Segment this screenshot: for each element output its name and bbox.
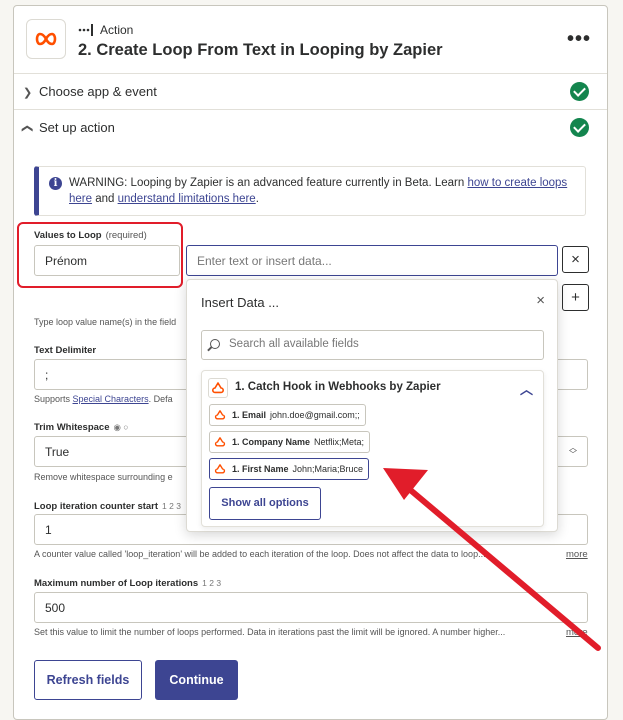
chevron-up-icon: ❯ [21, 123, 34, 134]
max-iterations-label-text: Maximum number of Loop iterations [34, 578, 199, 589]
more-options-button[interactable]: ••• [567, 28, 591, 51]
step-header: Action 2. Create Loop From Text in Loopi… [14, 6, 607, 74]
select-arrows-icon: ︿ ﹀ [569, 443, 577, 459]
continue-button[interactable]: Continue [155, 660, 238, 700]
section-choose-app[interactable]: ❯ Choose app & event [14, 74, 607, 110]
section-set-up[interactable]: ❯ Set up action [14, 110, 607, 146]
warning-text-prefix: WARNING: Looping by Zapier is an advance… [69, 177, 468, 189]
annotation-highlight-box [17, 222, 183, 288]
chevron-right-icon: ❯ [23, 87, 33, 99]
text-delimiter-help: Supports Special Characters. Defa [34, 394, 173, 404]
insert-data-search-input[interactable]: Search all available fields [201, 330, 544, 360]
close-icon[interactable]: × [536, 292, 545, 309]
max-iterations-label: Maximum number of Loop iterations 1 2 3 [34, 578, 221, 589]
counter-start-label-text: Loop iteration counter start [34, 501, 159, 512]
trim-whitespace-label-text: Trim Whitespace [34, 422, 110, 433]
warning-text-suffix: . [255, 193, 259, 205]
field-value: John;Maria;Bruce [292, 464, 364, 474]
text-delimiter-help-suffix: . Defa [148, 394, 173, 404]
number-type-icon: 1 2 3 [202, 578, 222, 588]
values-to-loop-help: Type loop value name(s) in the field [34, 317, 177, 327]
check-circle-icon [570, 82, 589, 101]
max-iterations-input[interactable]: 500 [34, 592, 588, 623]
refresh-fields-button[interactable]: Refresh fields [34, 660, 142, 700]
search-icon [210, 339, 220, 349]
max-iterations-help: Set this value to limit the number of lo… [34, 627, 506, 637]
counter-start-more-link[interactable]: more [566, 549, 588, 560]
field-name: 1. First Name [232, 464, 289, 474]
step-panel: Action 2. Create Loop From Text in Loopi… [13, 5, 608, 720]
warning-text-middle: and [92, 193, 118, 205]
show-all-options-button[interactable]: Show all options [209, 487, 321, 520]
counter-start-label: Loop iteration counter start 1 2 3 [34, 501, 181, 512]
link-limitations[interactable]: understand limitations here [118, 193, 256, 205]
search-placeholder: Search all available fields [229, 338, 359, 350]
max-iterations-more-link[interactable]: more [566, 627, 588, 638]
insert-data-title: Insert Data ... [201, 295, 280, 310]
step-type: Action [78, 23, 133, 37]
text-delimiter-label: Text Delimiter [34, 345, 97, 356]
field-pill-first-name[interactable]: 1. First Name John;Maria;Bruce [209, 458, 370, 480]
webhooks-icon [213, 462, 227, 476]
check-circle-icon [570, 118, 589, 137]
trim-whitespace-value: True [45, 445, 70, 459]
step-title: 2. Create Loop From Text in Looping by Z… [78, 41, 443, 59]
special-characters-link[interactable]: Special Characters [73, 394, 149, 404]
section-set-up-label: Set up action [39, 120, 115, 135]
source-step-card: 1. Catch Hook in Webhooks by Zapier ︿ 1.… [201, 370, 544, 527]
field-pill-company-name[interactable]: 1. Company Name Netflix;Meta; [209, 431, 371, 453]
number-type-icon: 1 2 3 [162, 501, 181, 511]
field-value: Netflix;Meta; [314, 437, 365, 447]
step-type-label: Action [100, 23, 134, 37]
webhooks-icon [213, 435, 227, 449]
webhooks-icon [208, 378, 228, 398]
counter-start-help: A counter value called 'loop_iteration' … [34, 549, 486, 559]
remove-row-button[interactable]: × [562, 246, 589, 273]
info-icon: i [49, 177, 62, 190]
text-delimiter-help-prefix: Supports [34, 394, 73, 404]
looping-app-icon [26, 19, 66, 59]
field-value: john.doe@gmail.com;; [270, 410, 360, 420]
boolean-indicator-icon: ◉ ○ [113, 422, 129, 432]
loop-value-input[interactable]: Enter text or insert data... [186, 245, 558, 276]
trim-whitespace-label: Trim Whitespace ◉ ○ [34, 422, 128, 433]
webhooks-icon [213, 408, 227, 422]
beta-warning-banner: i WARNING: Looping by Zapier is an advan… [34, 166, 586, 216]
trim-whitespace-help: Remove whitespace surrounding e [34, 472, 173, 482]
chevron-up-icon[interactable]: ︿ [520, 379, 533, 398]
field-pill-email[interactable]: 1. Email john.doe@gmail.com;; [209, 404, 366, 426]
section-choose-app-label: Choose app & event [39, 84, 157, 99]
field-name: 1. Email [232, 410, 267, 420]
insert-data-dropdown: Insert Data ... × Search all available f… [186, 279, 558, 532]
field-name: 1. Company Name [232, 437, 311, 447]
add-row-button[interactable]: + [562, 284, 589, 311]
action-step-icon [78, 24, 93, 36]
source-step-title: 1. Catch Hook in Webhooks by Zapier [235, 381, 441, 393]
